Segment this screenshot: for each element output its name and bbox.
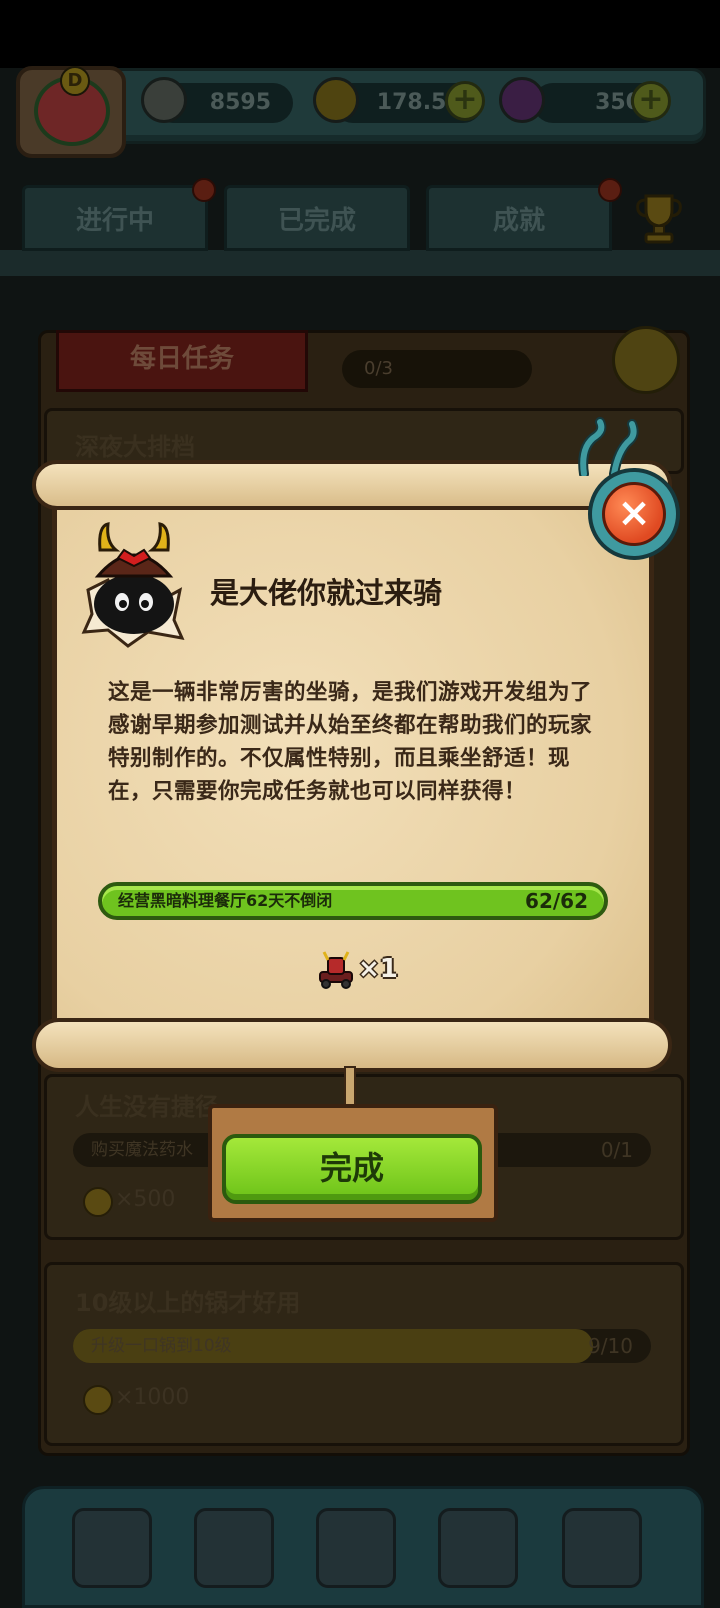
- potion-icon: [499, 77, 545, 123]
- coin-icon: [83, 1385, 113, 1415]
- status-strip: [0, 0, 720, 68]
- coin-icon: [83, 1187, 113, 1217]
- player-level-badge: D: [60, 66, 90, 96]
- nav-monster-icon[interactable]: [194, 1508, 274, 1588]
- tab-in-progress[interactable]: 进行中: [22, 185, 208, 251]
- samurai-hero-icon: [81, 522, 185, 648]
- reward-quantity: ×1: [358, 954, 398, 984]
- mission-description: 这是一辆非常厉害的坐骑，是我们游戏开发组为了感谢早期参加测试并从始至终都在帮助我…: [108, 680, 593, 804]
- tab-completed[interactable]: 已完成: [224, 185, 410, 251]
- add-potions-button[interactable]: +: [631, 81, 671, 121]
- quest-title: 10级以上的锅才好用: [75, 1289, 301, 1317]
- nav-restaurant-icon[interactable]: [72, 1508, 152, 1588]
- quest-title: 深夜大排档: [75, 433, 195, 461]
- quest-reward: ×1000: [115, 1385, 190, 1410]
- trophy-icon[interactable]: [632, 190, 686, 244]
- complete-button[interactable]: 完成: [222, 1134, 482, 1204]
- daily-tasks-banner: 每日任务: [56, 330, 308, 392]
- quest-count: 9/10: [588, 1334, 633, 1358]
- requirement-count: 62/62: [525, 889, 588, 913]
- quest-title: 人生没有捷径: [75, 1093, 219, 1121]
- eyeball-icon: [141, 77, 187, 123]
- resource-bar: 8595 178.5k + 350 +: [30, 68, 706, 144]
- coin-icon: [313, 77, 359, 123]
- quest-progress-bar: 升级一口锅到10级 9/10: [73, 1329, 651, 1363]
- quest-card: 10级以上的锅才好用 升级一口锅到10级 9/10 ×1000: [44, 1262, 684, 1446]
- requirement-label: 经营黑暗料理餐厅62天不倒闭: [118, 891, 333, 910]
- scroll-roll-bottom: [32, 1018, 672, 1072]
- tab-achievements[interactable]: 成就: [426, 185, 612, 251]
- quest-count: 0/1: [600, 1138, 633, 1162]
- tentacle-decoration: [578, 417, 639, 476]
- add-coins-button[interactable]: +: [445, 81, 485, 121]
- close-icon[interactable]: ×: [602, 482, 666, 546]
- quest-task-label: 升级一口锅到10级: [91, 1336, 232, 1356]
- tab-achievements-badge: [598, 178, 622, 202]
- requirement-progress-bar: 经营黑暗料理餐厅62天不倒闭 62/62: [98, 882, 608, 920]
- refresh-icon[interactable]: [612, 326, 680, 394]
- mission-title: 是大佬你就过来骑: [210, 576, 443, 610]
- nav-bag-icon[interactable]: [438, 1508, 518, 1588]
- quest-reward: ×500: [115, 1187, 176, 1212]
- nav-book-icon[interactable]: [316, 1508, 396, 1588]
- daily-tasks-progress: 0/3: [342, 350, 532, 388]
- quest-task-label: 购买魔法药水: [91, 1140, 193, 1160]
- mount-reward-icon: [319, 951, 353, 989]
- nav-grid-icon[interactable]: [562, 1508, 642, 1588]
- tab-in-progress-badge: [192, 178, 216, 202]
